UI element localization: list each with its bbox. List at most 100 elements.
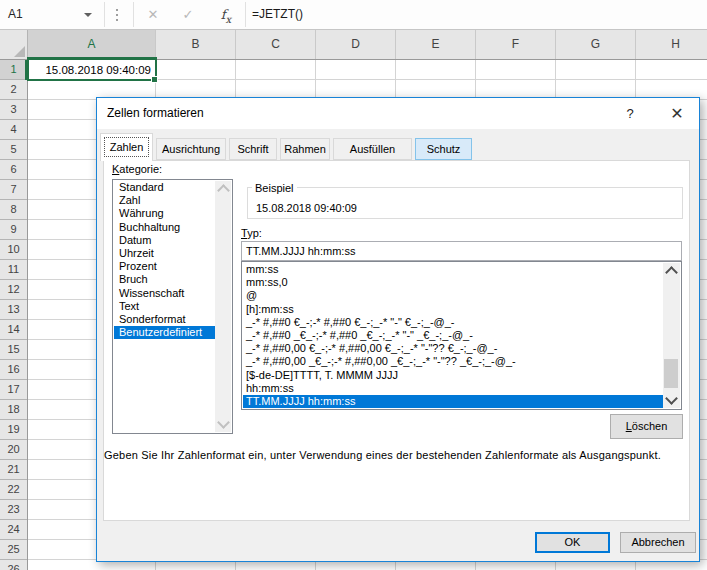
- category-item[interactable]: Standard: [114, 181, 215, 194]
- column-header-G[interactable]: G: [556, 30, 636, 59]
- column-header-H[interactable]: H: [636, 30, 707, 59]
- row-header-16[interactable]: 16: [0, 360, 27, 380]
- row-header-6[interactable]: 6: [0, 160, 27, 180]
- row-header-20[interactable]: 20: [0, 440, 27, 460]
- row-header-11[interactable]: 11: [0, 260, 27, 280]
- category-item[interactable]: Text: [114, 300, 215, 313]
- separator: [133, 2, 134, 27]
- row-header-12[interactable]: 12: [0, 280, 27, 300]
- format-item[interactable]: @: [243, 289, 663, 302]
- column-header-A[interactable]: A: [28, 30, 156, 59]
- example-groupbox: Beispiel 15.08.2018 09:40:09: [247, 187, 683, 219]
- insert-function-icon[interactable]: fx: [218, 0, 234, 29]
- row-header-5[interactable]: 5: [0, 140, 27, 160]
- row-header-22[interactable]: 22: [0, 480, 27, 500]
- format-item[interactable]: [$-de-DE]TTTT, T. MMMM JJJJ: [243, 369, 663, 382]
- row-header-3[interactable]: 3: [0, 100, 27, 120]
- dialog-titlebar[interactable]: Zellen formatieren ? ✕: [97, 98, 699, 129]
- name-box-dropdown-icon[interactable]: [84, 13, 92, 17]
- row-header-18[interactable]: 18: [0, 400, 27, 420]
- category-list[interactable]: StandardZahlWährungBuchhaltungDatumUhrze…: [112, 179, 233, 434]
- tab-rahmen[interactable]: Rahmen: [280, 138, 330, 160]
- format-item[interactable]: [h]:mm:ss: [243, 303, 663, 316]
- row-header-13[interactable]: 13: [0, 300, 27, 320]
- format-item[interactable]: mm:ss,0: [243, 276, 663, 289]
- column-header-C[interactable]: C: [236, 30, 316, 59]
- category-item[interactable]: Buchhaltung: [114, 221, 215, 234]
- format-cells-dialog: Zellen formatieren ? ✕ ZahlenAusrichtung…: [96, 97, 700, 562]
- column-header-D[interactable]: D: [316, 30, 396, 59]
- row-header-26[interactable]: 26: [0, 560, 27, 570]
- tab-schrift[interactable]: Schrift: [229, 138, 277, 160]
- row-header-10[interactable]: 10: [0, 240, 27, 260]
- enter-icon[interactable]: ✓: [181, 0, 195, 29]
- column-header-F[interactable]: F: [476, 30, 556, 59]
- category-item[interactable]: Währung: [114, 207, 215, 220]
- help-icon[interactable]: ?: [615, 98, 645, 129]
- close-icon[interactable]: ✕: [662, 98, 692, 129]
- drag-dots-icon[interactable]: [116, 9, 118, 21]
- row-header-1[interactable]: 1: [0, 60, 27, 80]
- scrollbar-thumb[interactable]: [664, 359, 678, 388]
- row-header-15[interactable]: 15: [0, 340, 27, 360]
- row-header-23[interactable]: 23: [0, 500, 27, 520]
- column-header-B[interactable]: B: [156, 30, 236, 59]
- format-item[interactable]: hh:mm:ss: [243, 382, 663, 395]
- scroll-down-icon[interactable]: [217, 416, 230, 429]
- select-all-corner[interactable]: [0, 30, 28, 59]
- tab-ausfüllen[interactable]: Ausfüllen: [333, 138, 412, 160]
- dialog-title: Zellen formatieren: [107, 98, 204, 129]
- row-header-24[interactable]: 24: [0, 520, 27, 540]
- scroll-up-icon[interactable]: [665, 266, 678, 279]
- example-value: 15.08.2018 09:40:09: [256, 202, 357, 214]
- category-item[interactable]: Sonderformat: [114, 313, 215, 326]
- row-header-19[interactable]: 19: [0, 420, 27, 440]
- category-item[interactable]: Prozent: [114, 260, 215, 273]
- fill-handle[interactable]: [151, 76, 158, 83]
- category-item[interactable]: Zahl: [114, 194, 215, 207]
- fx-sub: x: [226, 14, 232, 25]
- format-list[interactable]: mm:ssmm:ss,0@[h]:mm:ss_-* #,##0 €_-;-* #…: [241, 261, 682, 410]
- scroll-down-icon[interactable]: [665, 392, 678, 405]
- type-input[interactable]: TT.MM.JJJJ hh:mm:ss: [241, 241, 682, 261]
- formula-input[interactable]: =JETZT(): [252, 0, 303, 29]
- format-item[interactable]: _-* #,##0,00 _€_-;-* #,##0,00 _€_-;_-* "…: [243, 355, 663, 368]
- select-all-triangle-icon: [14, 46, 25, 57]
- format-item[interactable]: _-* #,##0 _€_-;-* #,##0 _€_-;_-* "-" _€_…: [243, 329, 663, 342]
- dialog-tabs: ZahlenAusrichtungSchriftRahmenAusfüllenS…: [100, 133, 472, 161]
- row-header-14[interactable]: 14: [0, 320, 27, 340]
- tab-schutz[interactable]: Schutz: [415, 138, 472, 160]
- ok-button[interactable]: OK: [535, 532, 610, 553]
- category-scrollbar[interactable]: [215, 181, 231, 432]
- separator: [245, 2, 246, 27]
- category-item[interactable]: Uhrzeit: [114, 247, 215, 260]
- row-header-2[interactable]: 2: [0, 80, 27, 100]
- category-item[interactable]: Datum: [114, 234, 215, 247]
- delete-button[interactable]: Löschen: [610, 414, 683, 439]
- row-header-8[interactable]: 8: [0, 200, 27, 220]
- name-box[interactable]: A1: [0, 0, 104, 29]
- category-label: Kategorie:: [112, 163, 162, 175]
- tab-zahlen[interactable]: Zahlen: [100, 133, 153, 161]
- category-item[interactable]: Benutzerdefiniert: [114, 326, 215, 339]
- scroll-up-icon[interactable]: [217, 184, 230, 197]
- cancel-button[interactable]: Abbrechen: [620, 532, 696, 553]
- category-item[interactable]: Bruch: [114, 273, 215, 286]
- dialog-help-text: Geben Sie Ihr Zahlenformat ein, unter Ve…: [104, 449, 689, 461]
- cancel-icon[interactable]: ✕: [146, 0, 160, 29]
- category-item[interactable]: Wissenschaft: [114, 287, 215, 300]
- row-header-4[interactable]: 4: [0, 120, 27, 140]
- column-header-E[interactable]: E: [396, 30, 476, 59]
- tab-ausrichtung[interactable]: Ausrichtung: [156, 138, 226, 160]
- row-header-7[interactable]: 7: [0, 180, 27, 200]
- format-scrollbar[interactable]: [663, 263, 680, 408]
- row-header-9[interactable]: 9: [0, 220, 27, 240]
- format-item[interactable]: TT.MM.JJJJ hh:mm:ss: [243, 395, 663, 408]
- row-header-17[interactable]: 17: [0, 380, 27, 400]
- row-header-21[interactable]: 21: [0, 460, 27, 480]
- format-item[interactable]: _-* #,##0 €_-;-* #,##0 €_-;_-* "-" €_-;_…: [243, 316, 663, 329]
- format-item[interactable]: mm:ss: [243, 263, 663, 276]
- format-item[interactable]: _-* #,##0,00 €_-;-* #,##0,00 €_-;_-* "-"…: [243, 342, 663, 355]
- row-header-25[interactable]: 25: [0, 540, 27, 560]
- column-headers: ABCDEFGH: [0, 30, 707, 60]
